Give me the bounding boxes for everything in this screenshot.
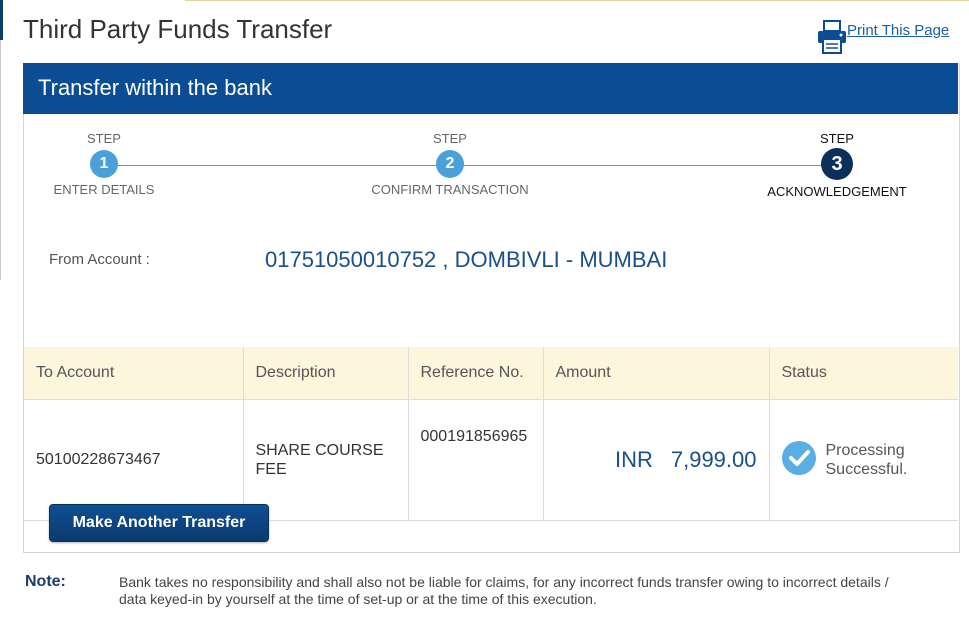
step-label: ENTER DETAILS: [53, 182, 155, 197]
printer-icon: [817, 20, 847, 54]
step-caption: STEP: [433, 131, 467, 146]
header-description: Description: [243, 347, 409, 400]
status-line-2: Successful.: [825, 461, 908, 478]
panel-header: Transfer within the bank: [23, 63, 958, 114]
step-label: CONFIRM TRANSACTION: [371, 182, 529, 197]
frame-edge-line: [0, 40, 1, 280]
step-caption: STEP: [820, 131, 854, 146]
from-account-value: 01751050010752 , DOMBIVLI - MUMBAI: [265, 247, 668, 272]
to-account-cell: 50100228673467: [24, 399, 244, 521]
note-text: Bank takes no responsibility and shall a…: [119, 574, 889, 607]
print-page-link[interactable]: Print This Page: [817, 20, 949, 54]
step-2: STEP 2 CONFIRM TRANSACTION: [350, 114, 550, 197]
transaction-table: To Account Description Reference No. Amo…: [24, 347, 958, 521]
frame-edge: [0, 0, 3, 40]
check-circle-icon: [781, 440, 826, 480]
step-number-circle: 3: [821, 148, 853, 180]
status-cell: Processing Successful.: [769, 399, 958, 521]
amount-cell: INR 7,999.00: [543, 399, 770, 521]
page-title: Third Party Funds Transfer: [23, 14, 333, 44]
frame-top-line: [185, 0, 969, 1]
step-caption: STEP: [87, 131, 121, 146]
header-to-account: To Account: [24, 347, 244, 400]
step-number-circle: 2: [436, 150, 464, 178]
header-amount: Amount: [543, 347, 770, 400]
description-cell: SHARE COURSE FEE: [243, 399, 409, 521]
currency-code: INR: [614, 447, 653, 472]
step-3: STEP 3 ACKNOWLEDGEMENT: [737, 114, 937, 199]
status-line-1: Processing: [825, 442, 905, 459]
panel-header-title: Transfer within the bank: [38, 75, 272, 100]
reference-cell: 000191856965: [408, 399, 544, 521]
amount-value: 7,999.00: [670, 447, 757, 472]
step-1: STEP 1 ENTER DETAILS: [4, 114, 204, 197]
print-link-label[interactable]: Print This Page: [847, 22, 949, 39]
note-label: Note:: [25, 573, 66, 590]
status-text: Processing Successful.: [826, 441, 908, 479]
make-another-transfer-button[interactable]: Make Another Transfer: [49, 504, 269, 542]
step-label: ACKNOWLEDGEMENT: [767, 184, 907, 199]
table-row: 50100228673467 SHARE COURSE FEE 00019185…: [24, 399, 958, 521]
from-account-label: From Account :: [49, 251, 150, 268]
header-reference-no: Reference No.: [408, 347, 544, 400]
step-progress: STEP 1 ENTER DETAILS STEP 2 CONFIRM TRAN…: [23, 114, 958, 214]
header-status: Status: [769, 347, 958, 400]
step-number-circle: 1: [90, 150, 118, 178]
table-header-row: To Account Description Reference No. Amo…: [24, 347, 958, 400]
